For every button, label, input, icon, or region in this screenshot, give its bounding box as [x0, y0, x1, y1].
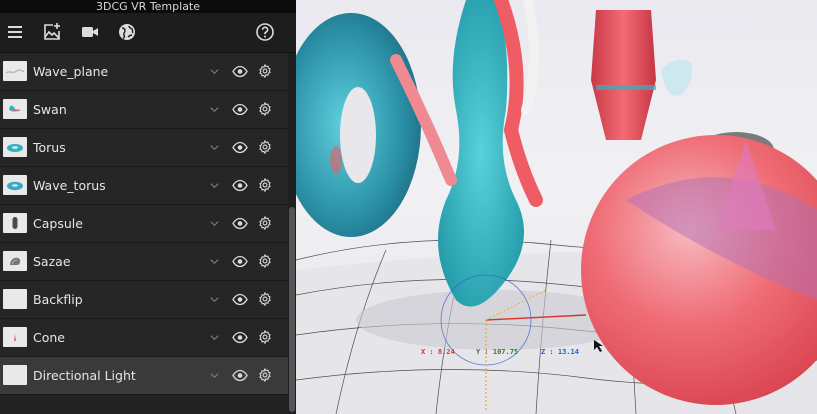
object-row-swan[interactable]: Swan [0, 91, 288, 129]
object-row-label: Cone [33, 330, 65, 345]
gear-icon[interactable] [258, 102, 272, 116]
chevron-down-icon[interactable] [209, 66, 220, 77]
chevron-down-icon[interactable] [209, 294, 220, 305]
object-row-wave-torus[interactable]: Wave_torus [0, 167, 288, 205]
object-row-label: Sazae [33, 254, 71, 269]
eye-icon[interactable] [232, 255, 248, 268]
gear-icon[interactable] [258, 330, 272, 344]
chevron-down-icon[interactable] [209, 180, 220, 191]
eye-icon[interactable] [232, 103, 248, 116]
torus-thumbnail [3, 137, 27, 157]
object-row-label: Torus [33, 140, 66, 155]
app-title: 3DCG VR Template [0, 0, 296, 13]
help-circle-icon[interactable] [255, 22, 275, 42]
video-camera-icon[interactable] [80, 22, 100, 42]
cone-thumbnail [3, 327, 27, 347]
object-row-directional-light[interactable]: Directional Light [0, 357, 288, 395]
object-row-torus[interactable]: Torus [0, 129, 288, 167]
eye-icon[interactable] [232, 179, 248, 192]
object-row-capsule[interactable]: Capsule [0, 205, 288, 243]
object-row-cone[interactable]: Cone [0, 319, 288, 357]
object-list: Wave_plane Swan Torus Wave_torus Capsule… [0, 53, 288, 395]
wave-plane-thumbnail [3, 61, 27, 81]
chevron-down-icon[interactable] [209, 256, 220, 267]
gear-icon[interactable] [258, 216, 272, 230]
chevron-down-icon[interactable] [209, 370, 220, 381]
gear-icon[interactable] [258, 368, 272, 382]
coordinate-x: X : 8.24 [421, 348, 455, 356]
scrollbar-thumb[interactable] [289, 207, 295, 412]
coordinate-z: Z : 13.14 [541, 348, 579, 356]
capsule-thumbnail [3, 213, 27, 233]
globe-icon[interactable] [117, 22, 137, 42]
list-scrollbar[interactable] [288, 53, 296, 414]
sazae-thumbnail [3, 251, 27, 271]
wave-torus-thumbnail [3, 175, 27, 195]
chevron-down-icon[interactable] [209, 104, 220, 115]
chevron-down-icon[interactable] [209, 332, 220, 343]
backflip-thumbnail [3, 289, 27, 309]
scene-panel: Wave_plane Swan Torus Wave_torus Capsule… [0, 13, 296, 414]
eye-icon[interactable] [232, 217, 248, 230]
gear-icon[interactable] [258, 178, 272, 192]
object-row-label: Capsule [33, 216, 83, 231]
object-row-sazae[interactable]: Sazae [0, 243, 288, 281]
object-row-label: Wave_torus [33, 178, 106, 193]
chevron-down-icon[interactable] [209, 142, 220, 153]
gear-icon[interactable] [258, 64, 272, 78]
object-row-label: Directional Light [33, 368, 136, 383]
eye-icon[interactable] [232, 369, 248, 382]
toolbar [0, 13, 296, 53]
object-row-label: Backflip [33, 292, 83, 307]
chevron-down-icon[interactable] [209, 218, 220, 229]
eye-icon[interactable] [232, 331, 248, 344]
object-row-label: Swan [33, 102, 67, 117]
directional-light-thumbnail [3, 365, 27, 385]
3d-viewport[interactable]: X : 8.24 Y : 107.75 Z : 13.14 [296, 0, 817, 414]
gear-icon[interactable] [258, 254, 272, 268]
eye-icon[interactable] [232, 293, 248, 306]
object-row-label: Wave_plane [33, 64, 109, 79]
object-row-wave-plane[interactable]: Wave_plane [0, 53, 288, 91]
object-row-backflip[interactable]: Backflip [0, 281, 288, 319]
swan-thumbnail [3, 99, 27, 119]
gear-icon[interactable] [258, 292, 272, 306]
eye-icon[interactable] [232, 65, 248, 78]
eye-icon[interactable] [232, 141, 248, 154]
coordinate-y: Y : 107.75 [476, 348, 519, 356]
hamburger-menu-icon[interactable] [5, 22, 25, 42]
add-image-icon[interactable] [42, 22, 62, 42]
gear-icon[interactable] [258, 140, 272, 154]
